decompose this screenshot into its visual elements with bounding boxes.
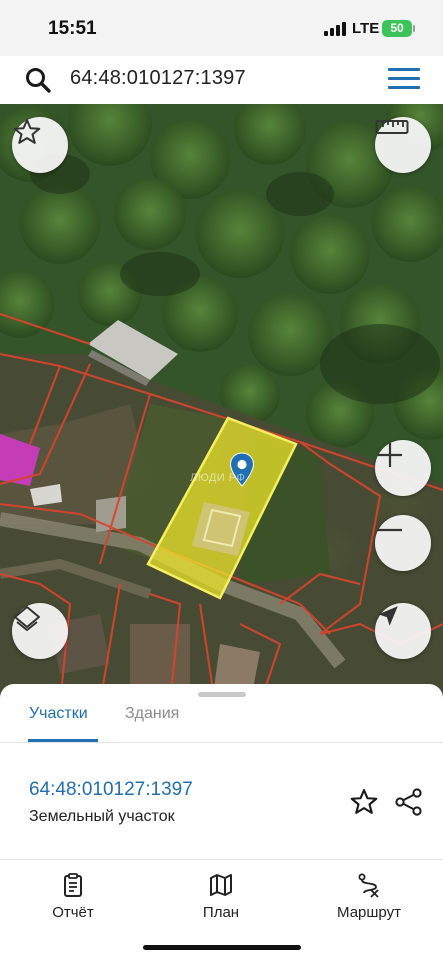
star-icon xyxy=(13,119,41,144)
home-indicator[interactable] xyxy=(143,945,301,950)
nav-report[interactable]: Отчёт xyxy=(18,872,128,921)
menu-icon[interactable] xyxy=(388,68,420,90)
network-type: LTE xyxy=(352,20,380,37)
zoom-out-button[interactable] xyxy=(375,515,431,571)
search-bar[interactable]: 64:48:010127:1397 xyxy=(6,58,437,100)
parcel-type: Земельный участок xyxy=(29,808,175,825)
favorite-map-button[interactable] xyxy=(12,117,68,173)
status-time: 15:51 xyxy=(48,18,97,39)
share-icon[interactable] xyxy=(394,787,424,817)
layers-icon xyxy=(14,606,40,631)
nav-plan-label: План xyxy=(202,904,240,921)
search-input[interactable]: 64:48:010127:1397 xyxy=(70,67,246,90)
status-bar: 15:51 LTE 50 xyxy=(0,0,443,56)
battery-cap xyxy=(413,25,415,32)
my-location-button[interactable] xyxy=(375,603,431,659)
sheet-grabber[interactable] xyxy=(198,692,246,697)
map-plan-icon xyxy=(210,874,232,896)
tab-divider xyxy=(0,742,443,743)
search-icon[interactable] xyxy=(24,66,52,94)
report-icon xyxy=(64,873,82,897)
signal-icon xyxy=(324,22,346,36)
cadastral-number-link[interactable]: 64:48:010127:1397 xyxy=(29,779,193,801)
list-divider xyxy=(0,859,443,860)
zoom-in-button[interactable] xyxy=(375,440,431,496)
tab-parcels[interactable]: Участки xyxy=(29,705,88,723)
route-icon xyxy=(358,873,379,898)
zoom-in-icon xyxy=(378,443,402,467)
nav-route[interactable]: Маршрут xyxy=(314,872,424,921)
tab-buildings[interactable]: Здания xyxy=(125,705,179,723)
nav-plan[interactable]: План xyxy=(166,872,276,921)
ruler-icon xyxy=(375,120,409,134)
measure-button[interactable] xyxy=(375,117,431,173)
map-watermark: ЛЮДИ РФ xyxy=(190,472,246,484)
locate-icon xyxy=(378,606,398,626)
nav-report-label: Отчёт xyxy=(52,904,94,921)
layers-button[interactable] xyxy=(12,603,68,659)
battery-level: 50 xyxy=(390,21,404,35)
nav-route-label: Маршрут xyxy=(337,904,401,921)
star-icon[interactable] xyxy=(349,787,379,817)
battery-icon: 50 xyxy=(382,20,412,37)
zoom-out-icon xyxy=(378,528,402,532)
satellite-map[interactable]: ЛЮДИ РФ xyxy=(0,104,443,704)
